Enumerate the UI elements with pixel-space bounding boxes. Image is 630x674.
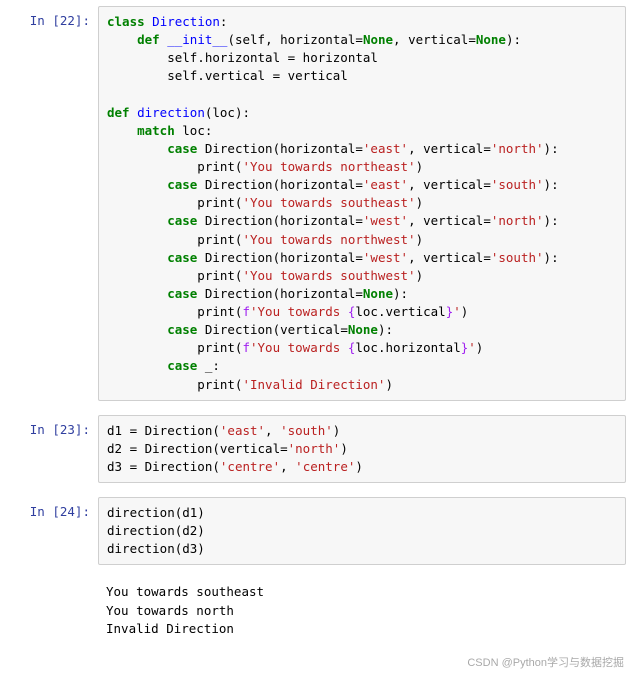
code: d1 = Direction('east', 'south') d2 = Dir… (107, 422, 617, 476)
code-input[interactable]: direction(d1) direction(d2) direction(d3… (98, 497, 626, 565)
input-prompt: In [22]: (4, 6, 98, 401)
code: direction(d1) direction(d2) direction(d3… (107, 504, 617, 558)
code-input[interactable]: class Direction: def __init__(self, hori… (98, 6, 626, 401)
code-input[interactable]: d1 = Direction('east', 'south') d2 = Dir… (98, 415, 626, 483)
code-cell-22: In [22]: class Direction: def __init__(s… (4, 6, 626, 401)
output-cell-24: You towards southeast You towards north … (4, 579, 626, 641)
output-area: You towards southeast You towards north … (98, 579, 626, 641)
output-prompt (4, 579, 98, 641)
input-prompt: In [24]: (4, 497, 98, 565)
output-text: You towards southeast You towards north … (106, 583, 618, 637)
code-cell-23: In [23]: d1 = Direction('east', 'south')… (4, 415, 626, 483)
code-cell-24: In [24]: direction(d1) direction(d2) dir… (4, 497, 626, 565)
input-prompt: In [23]: (4, 415, 98, 483)
notebook: { "cells": [ { "prompt": "In [22]:", "to… (0, 0, 630, 674)
code: class Direction: def __init__(self, hori… (107, 13, 617, 394)
watermark: CSDN @Python学习与数据挖掘 (467, 656, 624, 672)
